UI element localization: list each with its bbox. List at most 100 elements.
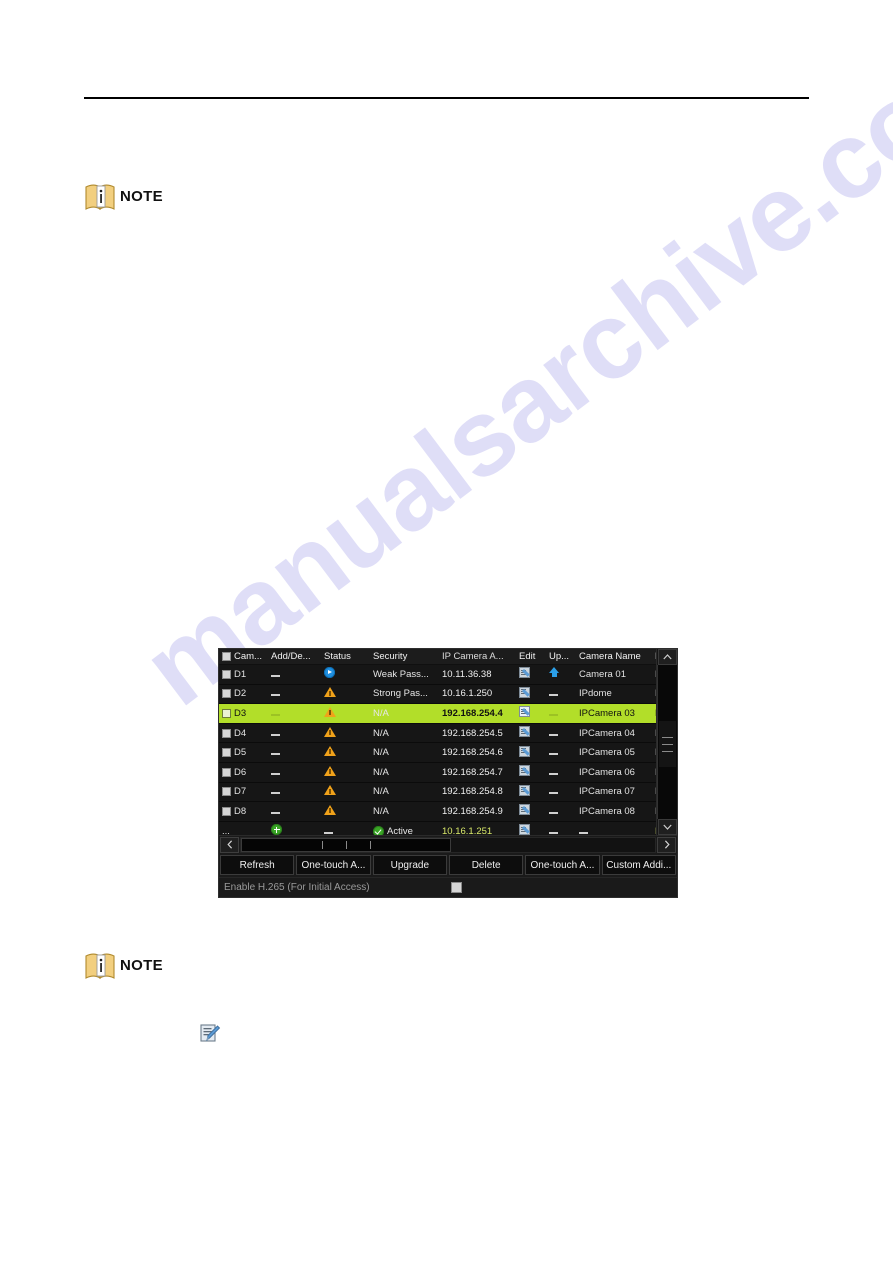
edit-icon[interactable] (519, 726, 530, 738)
cell-edit[interactable] (516, 723, 546, 744)
cell-camera-name: IPCamera 03 (576, 703, 652, 724)
vertical-scroll-track[interactable] (656, 665, 677, 819)
enable-h265-checkbox[interactable] (451, 882, 462, 893)
cell-upgrade[interactable] (546, 821, 576, 835)
table-row[interactable]: D5 N/A 192.168.254.6 IPCamera 05HIK\ (219, 742, 656, 763)
horizontal-scrollbar[interactable] (219, 835, 677, 853)
row-checkbox[interactable] (222, 728, 231, 738)
table-row[interactable]: D7 N/A 192.168.254.8 IPCamera 07HIK\ (219, 782, 656, 803)
col-header-security[interactable]: Security (370, 649, 439, 665)
dash-glyph (549, 772, 558, 775)
edit-icon[interactable] (519, 765, 530, 777)
table-row[interactable]: D8 N/A 192.168.254.9 IPCamera 08HIK\ (219, 801, 656, 822)
vertical-scrollbar[interactable] (656, 649, 677, 835)
cell-security: N/A (370, 782, 439, 803)
cell-add-delete[interactable] (268, 782, 321, 803)
row-checkbox[interactable] (222, 787, 231, 797)
cell-add-delete[interactable] (268, 723, 321, 744)
row-checkbox[interactable] (222, 767, 231, 777)
cell-upgrade[interactable] (546, 762, 576, 783)
cell-edit[interactable] (516, 821, 546, 835)
cell-upgrade[interactable] (546, 723, 576, 744)
dash-glyph (271, 674, 280, 677)
edit-icon[interactable] (519, 706, 530, 718)
camera-label: ... (222, 825, 230, 835)
cell-edit[interactable] (516, 664, 546, 685)
cell-add-delete[interactable] (268, 664, 321, 685)
upgrade-button[interactable]: Upgrade (372, 855, 447, 875)
col-header-protocol[interactable]: Prot( (652, 649, 656, 665)
upgrade-icon[interactable] (549, 666, 560, 679)
row-checkbox[interactable] (222, 708, 231, 718)
table-row[interactable]: ... Active 10.16.1.251 HIK\ (219, 821, 656, 835)
cell-add-delete[interactable] (268, 801, 321, 822)
one-touch-add-button[interactable]: One-touch A... (525, 855, 600, 875)
scroll-down-button[interactable] (657, 819, 677, 835)
ip-address-text: 10.16.1.251 (442, 825, 493, 835)
edit-icon[interactable] (519, 824, 530, 835)
table-row[interactable]: D4 N/A 192.168.254.5 IPCamera 04HIK\ (219, 723, 656, 744)
table-row[interactable]: D6 N/A 192.168.254.7 IPCamera 06HIK\ (219, 762, 656, 783)
row-checkbox[interactable] (222, 689, 231, 699)
table-row[interactable]: D3 N/A 192.168.254.4 IPCamera 03HIK\ (219, 703, 656, 724)
col-header-camera[interactable]: Cam... (219, 649, 268, 665)
edit-icon[interactable] (519, 667, 530, 679)
add-icon[interactable] (271, 824, 282, 835)
cell-upgrade[interactable] (546, 801, 576, 822)
col-header-add-delete[interactable]: Add/De... (268, 649, 321, 665)
custom-add-button[interactable]: Custom Addi... (601, 855, 676, 875)
cell-protocol: HIK\ (652, 742, 656, 763)
edit-icon[interactable] (519, 804, 530, 816)
vertical-scroll-thumb[interactable] (658, 721, 676, 767)
edit-icon[interactable] (519, 686, 530, 698)
table-row[interactable]: D1 Weak Pass... 10.11.36.38 Camera 01HIK\ (219, 664, 656, 685)
horizontal-scroll-thumb[interactable] (241, 837, 451, 852)
refresh-button[interactable]: Refresh (220, 855, 295, 875)
col-header-camera-name[interactable]: Camera Name (576, 649, 652, 665)
scroll-right-button[interactable] (657, 836, 676, 853)
ip-address-text: 10.11.36.38 (442, 668, 492, 680)
cell-add-delete[interactable] (268, 703, 321, 724)
row-checkbox[interactable] (222, 669, 231, 679)
row-checkbox[interactable] (222, 806, 231, 816)
cell-upgrade[interactable] (546, 664, 576, 685)
cell-add-delete[interactable] (268, 821, 321, 835)
cell-upgrade[interactable] (546, 684, 576, 705)
edit-icon[interactable] (519, 745, 530, 757)
col-header-edit[interactable]: Edit (516, 649, 546, 665)
security-text: N/A (373, 707, 389, 719)
cell-edit[interactable] (516, 703, 546, 724)
cell-camera-name: Camera 01 (576, 664, 652, 685)
cell-edit[interactable] (516, 684, 546, 705)
delete-button[interactable]: Delete (448, 855, 524, 875)
col-header-status[interactable]: Status (321, 649, 370, 665)
cell-edit[interactable] (516, 801, 546, 822)
cell-upgrade[interactable] (546, 782, 576, 803)
warning-icon (324, 785, 336, 796)
cell-edit[interactable] (516, 742, 546, 763)
cell-edit[interactable] (516, 762, 546, 783)
cell-add-delete[interactable] (268, 684, 321, 705)
cell-camera: D2 (219, 684, 268, 705)
select-all-checkbox[interactable] (222, 652, 231, 661)
cell-upgrade[interactable] (546, 742, 576, 763)
scroll-left-button[interactable] (220, 836, 239, 853)
cell-status (321, 684, 370, 705)
table-row[interactable]: D2 Strong Pas... 10.16.1.250 IPdomeHIK\ (219, 684, 656, 705)
one-touch-activate-button[interactable]: One-touch A... (296, 855, 371, 875)
cell-add-delete[interactable] (268, 742, 321, 763)
cell-protocol: HIK\ (652, 762, 656, 783)
camera-table-body: D1Weak Pass...10.11.36.38Camera 01HIK\D2… (219, 664, 656, 835)
page-header-rule (84, 97, 809, 99)
dash-glyph (271, 792, 280, 795)
dash-glyph (324, 831, 333, 834)
cell-edit[interactable] (516, 782, 546, 803)
col-header-upgrade[interactable]: Up... (546, 649, 576, 665)
scroll-up-button[interactable] (657, 649, 677, 665)
edit-icon[interactable] (519, 784, 530, 796)
col-header-ip-address[interactable]: IP Camera A... (439, 649, 516, 665)
row-checkbox[interactable] (222, 748, 231, 758)
cell-upgrade[interactable] (546, 703, 576, 724)
cell-add-delete[interactable] (268, 762, 321, 783)
horizontal-scroll-track[interactable] (240, 836, 656, 853)
